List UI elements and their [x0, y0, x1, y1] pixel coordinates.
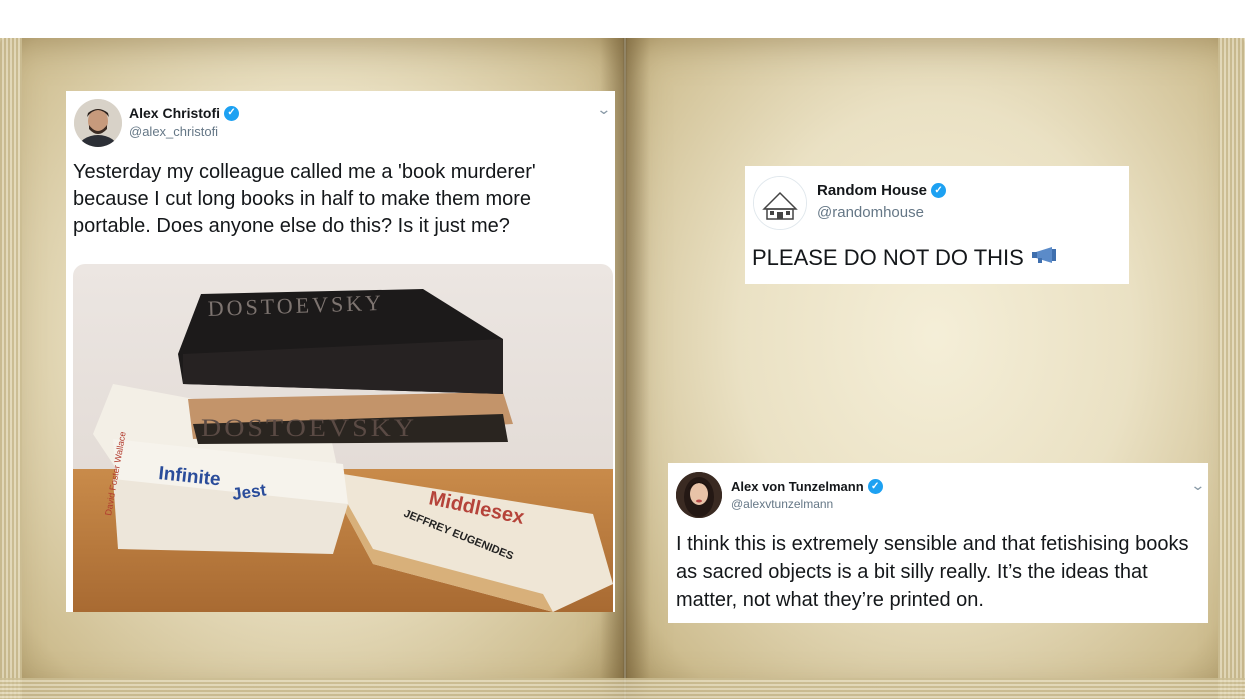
tweet-text-content: PLEASE DO NOT DO THIS [752, 245, 1024, 270]
page-edges-bottom [0, 678, 1245, 699]
tweet-card-alex-von-tunzelmann[interactable]: Alex von Tunzelmann ✓ @alexvtunzelmann ⌄… [668, 463, 1208, 623]
display-name-text[interactable]: Alex Christofi [129, 105, 220, 121]
chevron-down-icon[interactable]: ⌄ [596, 101, 611, 118]
tweet-photo[interactable]: Middlesex JEFFREY EUGENIDES Infinite Jes… [73, 264, 613, 612]
page-edges-right [1218, 38, 1245, 699]
avatar[interactable] [676, 472, 722, 518]
tweet-card-alex-christofi[interactable]: Alex Christofi ✓ @alex_christofi ⌄ Yeste… [66, 91, 615, 612]
tweet-text: Yesterday my colleague called me a 'book… [73, 161, 536, 237]
chevron-down-icon[interactable]: ⌄ [1190, 477, 1205, 494]
page-edges-left [0, 38, 22, 699]
user-handle[interactable]: @randomhouse [817, 204, 924, 221]
user-handle[interactable]: @alex_christofi [129, 124, 218, 139]
avatar[interactable] [74, 99, 122, 147]
user-handle[interactable]: @alexvtunzelmann [731, 497, 833, 511]
verified-badge-icon: ✓ [224, 105, 240, 121]
avatar[interactable] [753, 176, 807, 230]
display-name-text[interactable]: Random House [817, 182, 927, 199]
display-name[interactable]: Random House ✓ [817, 182, 947, 199]
dostoevsky-spine-bottom: DOSTOEVSKY [201, 413, 417, 441]
tweet-text: I think this is extremely sensible and t… [676, 533, 1189, 611]
display-name[interactable]: Alex von Tunzelmann ✓ [731, 479, 883, 494]
megaphone-icon [1031, 244, 1062, 271]
verified-badge-icon: ✓ [931, 183, 947, 198]
tweet-card-random-house[interactable]: Random House ✓ @randomhouse PLEASE DO NO… [745, 166, 1129, 284]
tweet-text: PLEASE DO NOT DO THIS [752, 244, 1062, 271]
display-name[interactable]: Alex Christofi ✓ [129, 105, 240, 121]
verified-badge-icon: ✓ [867, 479, 883, 494]
display-name-text[interactable]: Alex von Tunzelmann [731, 479, 864, 494]
